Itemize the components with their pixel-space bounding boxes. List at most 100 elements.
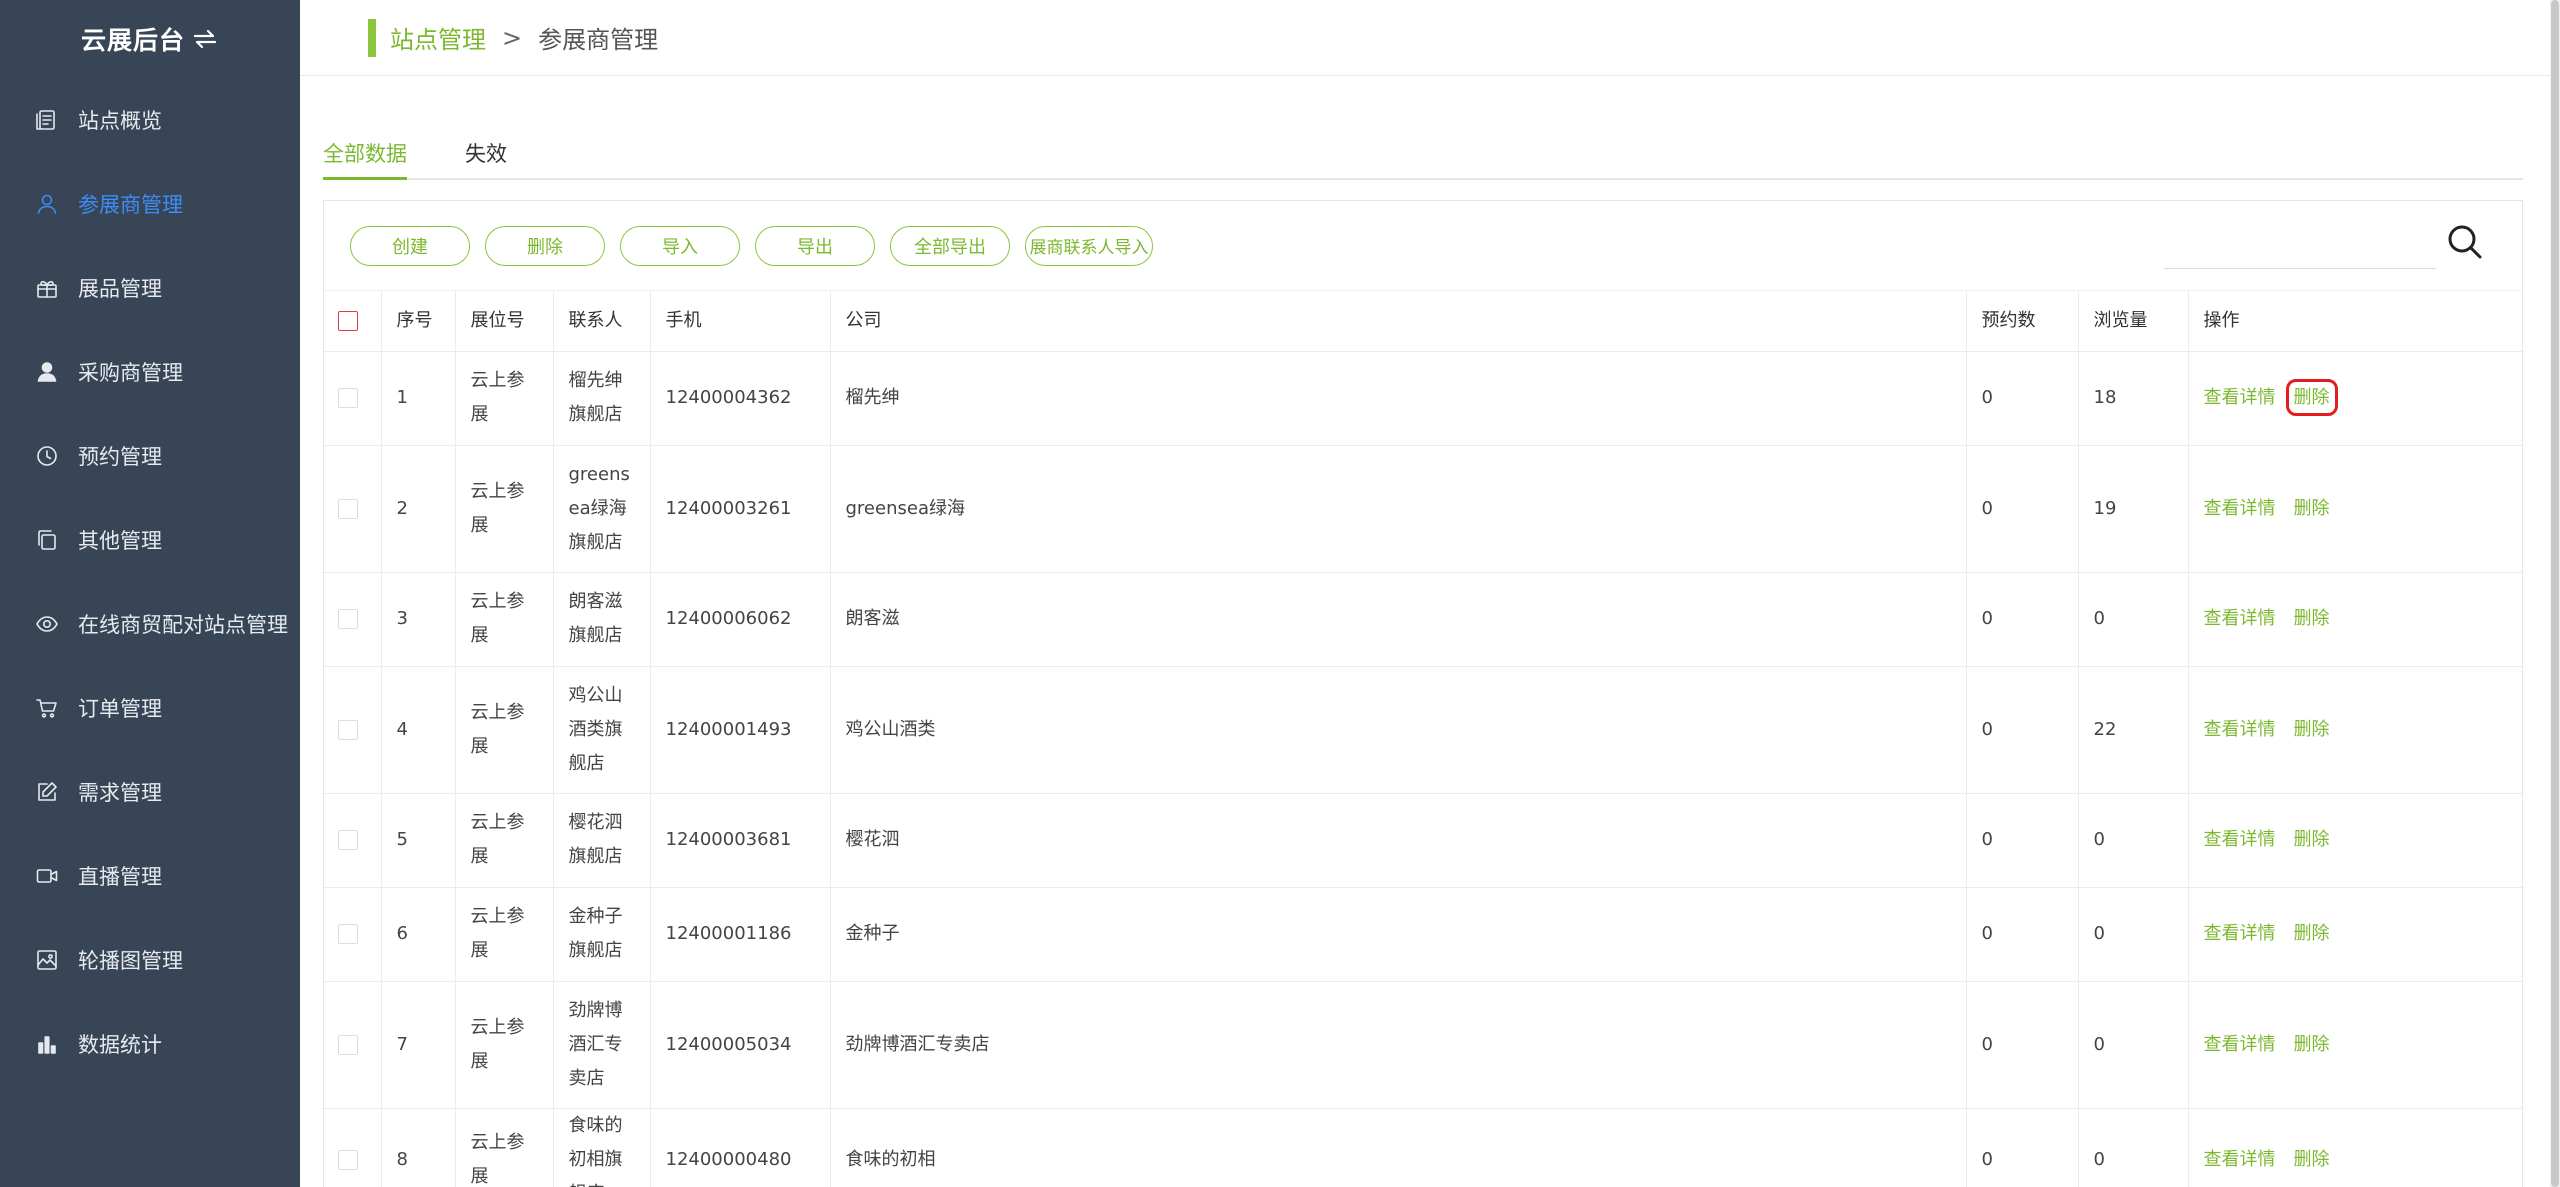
cell-actions: 查看详情 删除 — [2187, 666, 2524, 794]
view-details-link[interactable]: 查看详情 — [2204, 719, 2276, 740]
row-checkbox[interactable] — [338, 1149, 358, 1170]
row-checkbox[interactable] — [338, 1034, 358, 1055]
row-checkbox[interactable] — [338, 924, 358, 944]
cell-reservations: 0 — [1965, 793, 2078, 888]
row-select-cell — [324, 666, 381, 794]
cell-views: 0 — [2077, 981, 2188, 1109]
cell-actions: 查看详情 删除 — [2187, 793, 2524, 888]
sidebar-item-5[interactable]: 其他管理 — [0, 498, 300, 582]
cell-company: 榴先绅 — [829, 351, 1966, 446]
tab-all-data[interactable]: 全部数据 — [323, 130, 407, 180]
sidebar-item-8[interactable]: 需求管理 — [0, 750, 300, 834]
search-icon[interactable] — [2446, 223, 2484, 261]
cell-contact: 榴先绅旗舰店 — [552, 351, 650, 446]
delete-button[interactable]: 删除 — [485, 225, 605, 266]
sidebar-item-3[interactable]: 采购商管理 — [0, 330, 300, 414]
cell-company: 金种子 — [829, 887, 1966, 982]
row-checkbox[interactable] — [338, 388, 358, 408]
sidebar-item-7[interactable]: 订单管理 — [0, 666, 300, 750]
table-row: 7 云上参展 劲牌博酒汇专卖店 12400005034 劲牌博酒汇专卖店 0 0 查看详情 删除 — [324, 981, 2524, 1109]
table-header-row: 序号 展位号 联系人 手机 公司 预约数 浏览量 操作 — [324, 291, 2524, 352]
breadcrumb-parent-link[interactable]: 站点管理 — [390, 20, 486, 55]
document-icon — [34, 107, 60, 133]
sidebar-item-label: 其他管理 — [78, 529, 162, 553]
export-button[interactable]: 导出 — [755, 225, 875, 266]
sidebar-item-11[interactable]: 数据统计 — [0, 1002, 300, 1086]
table-row: 6 云上参展 金种子旗舰店 12400001186 金种子 0 0 查看详情 删除 — [324, 887, 2524, 982]
cell-company: 鸡公山酒类 — [829, 666, 1966, 794]
sidebar-item-label: 采购商管理 — [78, 361, 183, 385]
sidebar-item-label: 参展商管理 — [78, 193, 183, 217]
header-views: 浏览量 — [2077, 291, 2188, 352]
view-details-link[interactable]: 查看详情 — [2204, 498, 2276, 519]
row-delete-link[interactable]: 删除 — [2285, 379, 2338, 416]
cell-company: 樱花泗 — [829, 793, 1966, 888]
tab-invalid[interactable]: 失效 — [465, 130, 507, 178]
sidebar-item-4[interactable]: 预约管理 — [0, 414, 300, 498]
header-reservations: 预约数 — [1965, 291, 2078, 352]
select-all-checkbox[interactable] — [338, 310, 358, 331]
row-delete-link[interactable]: 删除 — [2294, 498, 2330, 519]
create-button[interactable]: 创建 — [350, 225, 470, 266]
cell-booth: 云上参展 — [454, 351, 553, 446]
sidebar-item-label: 需求管理 — [78, 781, 162, 805]
cell-contact: greensea绿海旗舰店 — [552, 445, 650, 573]
sidebar-item-6[interactable]: 在线商贸配对站点管理 — [0, 582, 300, 666]
sidebar-item-label: 站点概览 — [78, 109, 162, 133]
row-delete-link[interactable]: 删除 — [2294, 1034, 2330, 1055]
import-contacts-button[interactable]: 展商联系人导入 — [1025, 225, 1153, 266]
sidebar-item-0[interactable]: 站点概览 — [0, 78, 300, 162]
video-icon — [34, 863, 60, 889]
row-checkbox[interactable] — [338, 609, 358, 629]
cell-booth: 云上参展 — [454, 572, 553, 667]
toolbar: 创建 删除 导入 导出 全部导出 展商联系人导入 — [324, 201, 2522, 291]
view-details-link[interactable]: 查看详情 — [2204, 923, 2276, 944]
swap-icon[interactable] — [191, 27, 219, 51]
cell-company: 劲牌博酒汇专卖店 — [829, 981, 1966, 1109]
row-delete-link[interactable]: 删除 — [2294, 1149, 2330, 1170]
row-checkbox[interactable] — [338, 830, 358, 850]
cell-views: 0 — [2077, 1108, 2188, 1187]
cell-views: 0 — [2077, 887, 2188, 982]
header-company: 公司 — [829, 291, 1966, 352]
cell-booth: 云上参展 — [454, 445, 553, 573]
view-details-link[interactable]: 查看详情 — [2204, 1034, 2276, 1055]
row-select-cell — [324, 1108, 381, 1187]
cell-index: 4 — [380, 666, 455, 794]
row-checkbox[interactable] — [338, 498, 358, 519]
cell-views: 0 — [2077, 793, 2188, 888]
sidebar-item-1[interactable]: 参展商管理 — [0, 162, 300, 246]
cell-actions: 查看详情 删除 — [2187, 445, 2524, 573]
sidebar-item-10[interactable]: 轮播图管理 — [0, 918, 300, 1002]
row-delete-link[interactable]: 删除 — [2294, 608, 2330, 629]
cell-views: 18 — [2077, 351, 2188, 446]
cell-phone: 12400000480 — [649, 1108, 830, 1187]
cell-company: greensea绿海 — [829, 445, 1966, 573]
table-row: 5 云上参展 樱花泗旗舰店 12400003681 樱花泗 0 0 查看详情 删除 — [324, 793, 2524, 888]
view-details-link[interactable]: 查看详情 — [2204, 387, 2276, 408]
row-delete-link[interactable]: 删除 — [2294, 829, 2330, 850]
cart-icon — [34, 695, 60, 721]
row-checkbox[interactable] — [338, 719, 358, 740]
cell-reservations: 0 — [1965, 887, 2078, 982]
view-details-link[interactable]: 查看详情 — [2204, 608, 2276, 629]
view-details-link[interactable]: 查看详情 — [2204, 1149, 2276, 1170]
table-row: 3 云上参展 朗客滋旗舰店 12400006062 朗客滋 0 0 查看详情 删除 — [324, 572, 2524, 667]
table-row: 2 云上参展 greensea绿海旗舰店 12400003261 greensea绿海 0… — [324, 445, 2524, 573]
row-delete-link[interactable]: 删除 — [2294, 923, 2330, 944]
select-all-cell — [324, 291, 381, 352]
cell-views: 0 — [2077, 572, 2188, 667]
sidebar-item-9[interactable]: 直播管理 — [0, 834, 300, 918]
cell-contact: 樱花泗旗舰店 — [552, 793, 650, 888]
sidebar-item-2[interactable]: 展品管理 — [0, 246, 300, 330]
import-button[interactable]: 导入 — [620, 225, 740, 266]
export-all-button[interactable]: 全部导出 — [890, 225, 1010, 266]
page-scrollbar-thumb[interactable] — [2551, 0, 2559, 1187]
cell-contact: 金种子旗舰店 — [552, 887, 650, 982]
page-scrollbar[interactable] — [2550, 0, 2560, 1187]
search-input[interactable] — [2164, 229, 2436, 269]
header-phone: 手机 — [649, 291, 830, 352]
row-delete-link[interactable]: 删除 — [2294, 719, 2330, 740]
row-select-cell — [324, 981, 381, 1109]
view-details-link[interactable]: 查看详情 — [2204, 829, 2276, 850]
